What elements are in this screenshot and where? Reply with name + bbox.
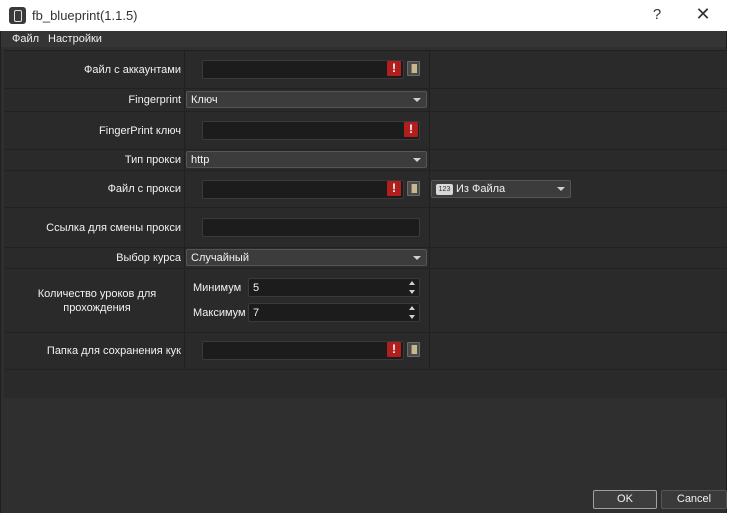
row-proxy-change: Ссылка для смены прокси	[4, 208, 727, 248]
chevron-down-icon	[413, 256, 421, 260]
menu-bar: Файл Настройки	[1, 31, 726, 47]
ok-button[interactable]: OK	[593, 490, 657, 509]
min-label: Минимум	[193, 282, 242, 294]
chevron-up-icon[interactable]	[409, 281, 415, 285]
proxy-type-select-value: http	[191, 154, 210, 166]
accounts-label: Файл с аккаунтами	[84, 63, 181, 76]
proxy-source-select[interactable]: 123 Из Файла	[431, 180, 571, 198]
row-fingerprint: Fingerprint Ключ	[4, 89, 727, 112]
warning-icon: !	[387, 61, 401, 76]
max-lessons-value: 7	[253, 307, 260, 319]
browse-file-icon[interactable]	[407, 61, 420, 76]
fingerprint-key-label: FingerPrint ключ	[99, 124, 181, 137]
course-select[interactable]: Случайный	[186, 249, 427, 266]
window-title: fb_blueprint(1.1.5)	[32, 8, 138, 23]
accounts-file-input[interactable]	[202, 60, 404, 79]
warning-icon: !	[387, 181, 401, 196]
min-lessons-stepper[interactable]: 5	[248, 278, 420, 297]
proxy-source-value: Из Файла	[456, 183, 506, 195]
close-button[interactable]: ✕	[694, 4, 712, 25]
proxy-file-label: Файл с прокси	[107, 183, 181, 195]
course-label: Выбор курса	[116, 252, 181, 264]
browse-folder-icon[interactable]	[407, 342, 420, 357]
title-bar: fb_blueprint(1.1.5) ? ✕	[0, 0, 730, 31]
settings-form: Файл с аккаунтами ! Fingerprint Ключ Fin…	[4, 50, 727, 398]
proxy-type-select[interactable]: http	[186, 151, 427, 168]
max-lessons-stepper[interactable]: 7	[248, 303, 420, 322]
chevron-down-icon	[557, 187, 565, 191]
row-cookies: Папка для сохранения кук !	[4, 333, 727, 370]
warning-icon: !	[404, 122, 418, 137]
fingerprint-key-input[interactable]	[202, 121, 420, 140]
fingerprint-select[interactable]: Ключ	[186, 91, 427, 108]
fingerprint-label: Fingerprint	[128, 94, 181, 106]
chevron-down-icon[interactable]	[409, 315, 415, 319]
menu-settings[interactable]: Настройки	[48, 33, 102, 45]
cancel-button[interactable]: Cancel	[661, 490, 727, 509]
dialog-window: Файл Настройки Файл с аккаунтами ! Finge…	[0, 31, 727, 513]
number-list-icon: 123	[436, 184, 453, 195]
row-fingerprint-key: FingerPrint ключ !	[4, 112, 727, 150]
cookies-folder-input[interactable]	[202, 341, 404, 360]
row-accounts: Файл с аккаунтами !	[4, 51, 727, 89]
help-button[interactable]: ?	[650, 6, 664, 23]
proxy-file-input[interactable]	[202, 180, 404, 199]
cookies-label: Папка для сохранения кук	[46, 345, 181, 357]
row-proxy-file: Файл с прокси ! 123 Из Файла	[4, 171, 727, 208]
course-select-value: Случайный	[191, 252, 249, 264]
chevron-up-icon[interactable]	[409, 306, 415, 310]
chevron-down-icon	[413, 98, 421, 102]
proxy-change-label: Ссылка для смены прокси	[46, 221, 181, 234]
chevron-down-icon[interactable]	[409, 290, 415, 294]
chevron-down-icon	[413, 158, 421, 162]
row-lessons: Количество уроков для прохождения Миниму…	[4, 269, 727, 333]
warning-icon: !	[387, 342, 401, 357]
fingerprint-select-value: Ключ	[191, 94, 218, 106]
menu-file[interactable]: Файл	[12, 33, 39, 45]
app-icon	[9, 7, 26, 24]
row-proxy-type: Тип прокси http	[4, 150, 727, 171]
max-label: Максимум	[193, 307, 246, 319]
row-course: Выбор курса Случайный	[4, 248, 727, 269]
proxy-type-label: Тип прокси	[124, 154, 181, 166]
browse-file-icon[interactable]	[407, 181, 420, 196]
lessons-label: Количество уроков для прохождения	[37, 287, 157, 314]
proxy-change-url-input[interactable]	[202, 218, 420, 237]
min-lessons-value: 5	[253, 282, 260, 294]
